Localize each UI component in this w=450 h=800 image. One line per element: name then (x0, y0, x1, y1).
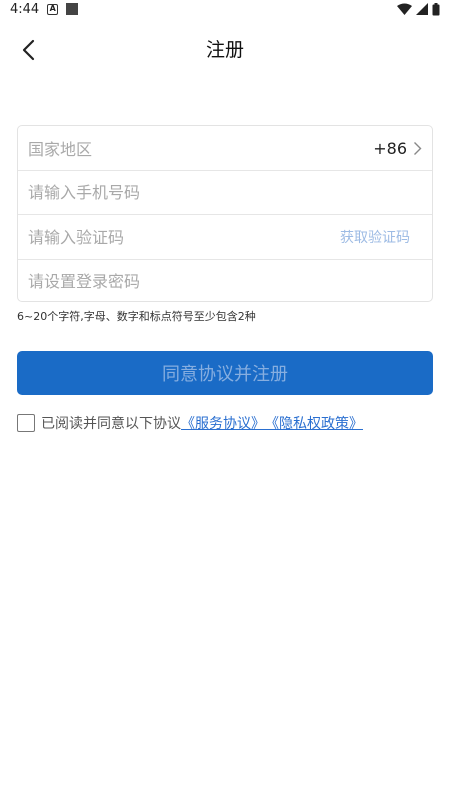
agree-checkbox[interactable] (17, 414, 35, 432)
nav-bar: 注册 (0, 28, 450, 72)
square-notification-icon (66, 3, 79, 15)
status-bar: 4:44 A (0, 0, 450, 18)
agreement-row: 已阅读并同意以下协议 《服务协议》 《隐私权政策》 (17, 413, 363, 433)
password-input[interactable] (28, 260, 422, 303)
get-code-button[interactable]: 获取验证码 (340, 227, 422, 247)
code-row: 获取验证码 (18, 214, 432, 259)
a-notification-icon: A (47, 3, 59, 15)
phone-input[interactable] (28, 171, 422, 214)
privacy-policy-link[interactable]: 《隐私权政策》 (265, 413, 363, 433)
country-label: 国家地区 (28, 140, 93, 159)
battery-icon (432, 2, 440, 15)
country-row[interactable]: 国家地区 +86 (18, 126, 432, 170)
register-form: 国家地区 +86 获取验证码 (17, 125, 433, 303)
agreement-prefix: 已阅读并同意以下协议 (41, 416, 181, 432)
verification-code-input[interactable] (28, 215, 340, 259)
status-time: 4:44 (10, 1, 40, 17)
service-agreement-link[interactable]: 《服务协议》 (181, 413, 265, 433)
phone-row (18, 170, 432, 214)
signal-icon (416, 3, 428, 15)
password-hint: 6~20个字符,字母、数字和标点符号至少包含2种 (17, 310, 256, 323)
country-code-selector[interactable]: +86 (373, 139, 422, 158)
chevron-right-icon (414, 141, 422, 155)
status-left: 4:44 A (10, 1, 79, 17)
page-title: 注册 (205, 39, 244, 61)
status-right (397, 2, 440, 16)
password-row (18, 259, 432, 303)
register-button[interactable]: 同意协议并注册 (17, 351, 433, 395)
country-code-value: +86 (373, 138, 407, 158)
wifi-icon (397, 3, 412, 15)
